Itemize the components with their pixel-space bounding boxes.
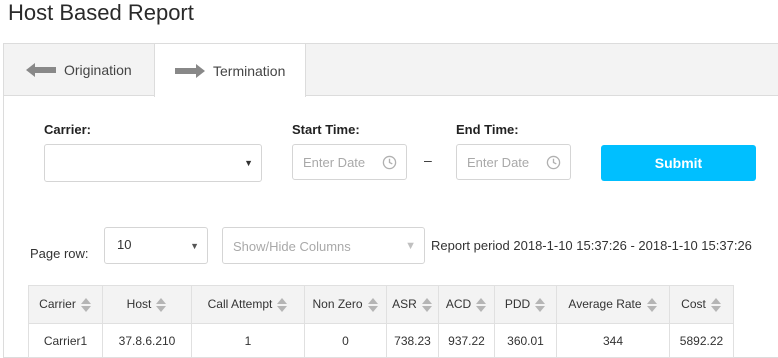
report-period: Report period 2018-1-10 15:37:26 - 2018-… bbox=[431, 238, 752, 253]
tab-termination[interactable]: Termination bbox=[154, 44, 306, 97]
start-date-input[interactable]: Enter Date bbox=[292, 144, 407, 180]
end-time-label: End Time: bbox=[456, 122, 519, 137]
table-cell: 360.01 bbox=[494, 323, 557, 358]
column-header-label: PDD bbox=[504, 297, 531, 312]
chevron-down-icon: ▼ bbox=[244, 158, 253, 168]
sort-icon[interactable] bbox=[276, 297, 288, 312]
columns-select[interactable]: Show/Hide Columns ▼ bbox=[222, 227, 425, 264]
arrow-right-icon bbox=[175, 63, 205, 78]
column-header-label: ACD bbox=[445, 297, 472, 312]
sort-icon[interactable] bbox=[421, 297, 433, 312]
table-header-row: Carrier Host Call Attempt Non Zero ASR A… bbox=[28, 285, 734, 324]
column-header-label: Average Rate bbox=[568, 297, 642, 312]
page-title: Host Based Report bbox=[8, 0, 194, 25]
sort-icon[interactable] bbox=[155, 297, 167, 312]
carrier-select[interactable]: ▼ bbox=[44, 144, 262, 182]
start-date-placeholder: Enter Date bbox=[303, 155, 366, 170]
tab-origination[interactable]: Origination bbox=[4, 44, 154, 96]
column-header-cost[interactable]: Cost bbox=[669, 285, 734, 324]
column-header-average-rate[interactable]: Average Rate bbox=[556, 285, 670, 324]
table-cell: 937.22 bbox=[438, 323, 495, 358]
tab-bar: Origination Termination bbox=[4, 44, 778, 97]
column-header-label: Call Attempt bbox=[207, 297, 273, 312]
chevron-down-icon: ▼ bbox=[405, 239, 416, 252]
table-cell: 738.23 bbox=[386, 323, 439, 358]
table-cell: 344 bbox=[556, 323, 670, 358]
carrier-label: Carrier: bbox=[44, 122, 91, 137]
page-row-value: 10 bbox=[117, 237, 132, 252]
start-time-label: Start Time: bbox=[292, 122, 360, 137]
clock-icon bbox=[382, 155, 397, 170]
column-header-label: Cost bbox=[681, 297, 706, 312]
clock-icon bbox=[546, 155, 561, 170]
sort-icon[interactable] bbox=[367, 297, 379, 312]
column-header-asr[interactable]: ASR bbox=[386, 285, 439, 324]
column-header-pdd[interactable]: PDD bbox=[494, 285, 557, 324]
page-row-label: Page row: bbox=[30, 246, 89, 261]
column-header-label: Host bbox=[126, 297, 152, 312]
column-header-acd[interactable]: ACD bbox=[438, 285, 495, 324]
column-header-label: Carrier bbox=[39, 297, 76, 312]
report-table: Carrier Host Call Attempt Non Zero ASR A… bbox=[28, 285, 734, 358]
chevron-down-icon: ▼ bbox=[190, 240, 199, 251]
tab-origination-label: Origination bbox=[64, 62, 132, 78]
sort-icon[interactable] bbox=[710, 297, 722, 312]
sort-icon[interactable] bbox=[475, 297, 487, 312]
end-date-input[interactable]: Enter Date bbox=[456, 144, 571, 180]
arrow-left-icon bbox=[26, 63, 56, 77]
table-cell: 0 bbox=[304, 323, 387, 358]
tab-termination-label: Termination bbox=[213, 62, 286, 79]
page-row-select[interactable]: 10 ▼ bbox=[104, 227, 208, 264]
sort-icon[interactable] bbox=[646, 297, 658, 312]
sort-icon[interactable] bbox=[80, 297, 92, 312]
sort-icon[interactable] bbox=[534, 297, 546, 312]
table-row: Carrier1 37.8.6.210 1 0 738.23 937.22 36… bbox=[28, 323, 734, 358]
table-cell: 1 bbox=[191, 323, 305, 358]
table-cell: Carrier1 bbox=[28, 323, 103, 358]
submit-button[interactable]: Submit bbox=[601, 145, 756, 181]
column-header-call-attempt[interactable]: Call Attempt bbox=[191, 285, 305, 324]
table-cell: 5892.22 bbox=[669, 323, 734, 358]
range-separator: – bbox=[424, 152, 432, 168]
column-header-non-zero[interactable]: Non Zero bbox=[304, 285, 387, 324]
table-cell: 37.8.6.210 bbox=[102, 323, 192, 358]
column-header-host[interactable]: Host bbox=[102, 285, 192, 324]
columns-placeholder: Show/Hide Columns bbox=[233, 239, 351, 254]
column-header-carrier[interactable]: Carrier bbox=[28, 285, 103, 324]
column-header-label: ASR bbox=[392, 297, 417, 312]
end-date-placeholder: Enter Date bbox=[467, 155, 530, 170]
column-header-label: Non Zero bbox=[312, 297, 363, 312]
